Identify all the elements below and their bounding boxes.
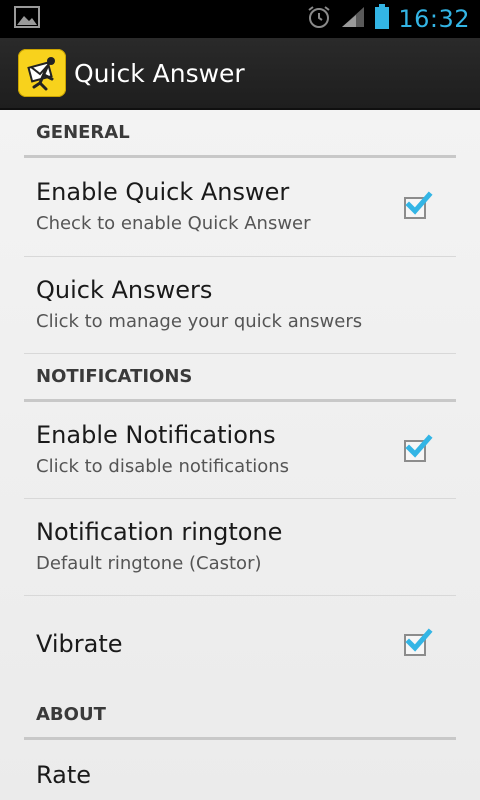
- quick-answer-app-icon[interactable]: [18, 49, 66, 97]
- category-label: NOTIFICATIONS: [36, 366, 193, 387]
- preferences-list: GENERAL Enable Quick Answer Check to ena…: [0, 110, 480, 800]
- pref-title: Vibrate: [36, 630, 123, 658]
- pref-title: Quick Answers: [36, 276, 213, 304]
- pref-title: Enable Quick Answer: [36, 178, 290, 206]
- pref-title: Rate: [36, 761, 92, 789]
- pref-summary: Click to disable notifications: [36, 456, 290, 477]
- pref-summary: Check to enable Quick Answer: [36, 213, 311, 234]
- status-time: 16:32: [398, 5, 470, 33]
- pref-enable-notifications[interactable]: Enable Notifications Click to disable no…: [24, 402, 456, 499]
- checkmark-icon: [405, 628, 433, 652]
- image-notification-icon: [14, 6, 40, 32]
- category-general: GENERAL: [24, 110, 456, 158]
- page-title: Quick Answer: [74, 58, 245, 88]
- battery-icon: [374, 4, 390, 34]
- checkmark-icon: [405, 434, 433, 458]
- category-about: ABOUT: [24, 692, 456, 740]
- vibrate-checkbox[interactable]: [400, 628, 433, 660]
- pref-summary: Click to manage your quick answers: [36, 311, 363, 332]
- signal-icon: [340, 5, 366, 33]
- pref-quick-answers[interactable]: Quick Answers Click to manage your quick…: [24, 257, 456, 354]
- enable-notifications-checkbox[interactable]: [400, 434, 433, 466]
- category-label: ABOUT: [36, 704, 106, 725]
- status-bar: 16:32: [0, 0, 480, 38]
- enable-quick-answer-checkbox[interactable]: [400, 191, 433, 223]
- pref-vibrate[interactable]: Vibrate: [24, 596, 456, 692]
- pref-rate[interactable]: Rate: [24, 740, 456, 800]
- pref-notification-ringtone[interactable]: Notification ringtone Default ringtone (…: [24, 499, 456, 596]
- category-notifications: NOTIFICATIONS: [24, 354, 456, 402]
- pref-title: Notification ringtone: [36, 518, 283, 546]
- checkmark-icon: [405, 191, 433, 215]
- pref-summary: Default ringtone (Castor): [36, 553, 262, 574]
- action-bar: Quick Answer: [0, 38, 480, 110]
- category-label: GENERAL: [36, 122, 130, 143]
- alarm-icon: [306, 4, 332, 34]
- pref-enable-quick-answer[interactable]: Enable Quick Answer Check to enable Quic…: [24, 158, 456, 257]
- pref-title: Enable Notifications: [36, 421, 276, 449]
